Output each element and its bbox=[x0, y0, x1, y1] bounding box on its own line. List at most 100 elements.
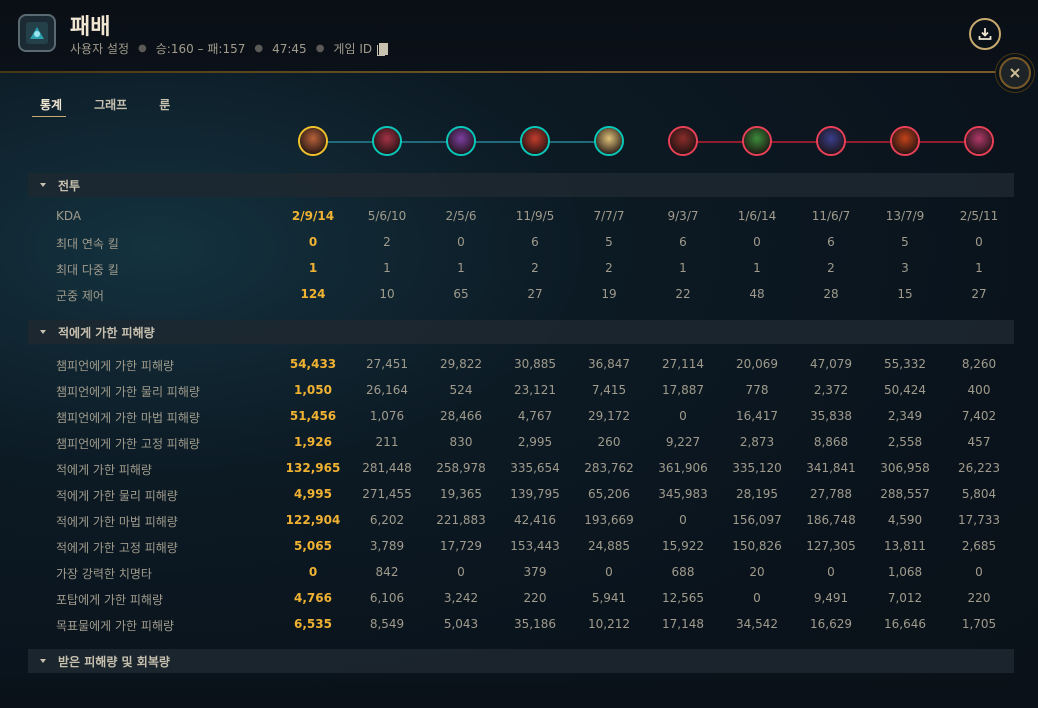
stat-value: 26,223 bbox=[958, 461, 1000, 475]
stat-value: 29,822 bbox=[440, 357, 482, 371]
stat-row: 가장 강력한 치명타 0 842 0 379 0 688 20 0 1,068 0 bbox=[28, 559, 1014, 585]
champion-portrait[interactable] bbox=[446, 126, 476, 156]
stat-value: 341,841 bbox=[806, 461, 856, 475]
section-header[interactable]: 적에게 가한 피해량 bbox=[28, 320, 1014, 344]
separator-dot: ● bbox=[138, 43, 147, 54]
game-mode-label: 사용자 설정 bbox=[70, 42, 130, 56]
stat-row: 최대 다중 킬 1 1 1 2 2 1 1 2 3 1 bbox=[28, 255, 1014, 281]
stat-value: 8,549 bbox=[369, 617, 405, 631]
stat-value: 6 bbox=[531, 235, 539, 249]
stat-value: 132,965 bbox=[285, 461, 341, 475]
stat-value: 20,069 bbox=[736, 357, 778, 371]
stat-value: 28 bbox=[823, 287, 839, 301]
stat-value: 1 bbox=[753, 261, 761, 275]
stat-value: 2 bbox=[827, 261, 835, 275]
stat-value: 379 bbox=[523, 565, 547, 579]
section-header[interactable]: 전투 bbox=[28, 173, 1014, 197]
stat-row: 군중 제어 124 10 65 27 19 22 48 28 15 27 bbox=[28, 281, 1014, 307]
tab-runes[interactable]: 룬 bbox=[151, 96, 170, 117]
champion-image bbox=[522, 128, 548, 154]
stat-row: 챔피언에게 가한 피해량 54,433 27,451 29,822 30,885 36,8… bbox=[28, 351, 1014, 377]
collapse-caret-icon bbox=[40, 183, 46, 187]
champion-portrait[interactable] bbox=[742, 126, 772, 156]
stat-value: 11/9/5 bbox=[515, 209, 555, 223]
stat-value: 2 bbox=[605, 261, 613, 275]
stat-value: 8,868 bbox=[813, 435, 849, 449]
stat-value: 4,766 bbox=[294, 591, 332, 605]
stat-label: 최대 연속 킬 bbox=[56, 237, 119, 251]
stat-row: 챔피언에게 가한 물리 피해량 1,050 26,164 524 23,121 7,415… bbox=[28, 377, 1014, 403]
section-title: 받은 피해량 및 회복량 bbox=[58, 654, 170, 669]
champion-portrait[interactable] bbox=[964, 126, 994, 156]
stat-value: 10 bbox=[379, 287, 395, 301]
stat-value: 6,106 bbox=[369, 591, 405, 605]
header-divider bbox=[0, 71, 1000, 73]
stat-value: 5,043 bbox=[443, 617, 479, 631]
champion-image bbox=[744, 128, 770, 154]
stat-value: 4,995 bbox=[294, 487, 332, 501]
stat-value: 281,448 bbox=[362, 461, 412, 475]
stat-value: 16,417 bbox=[736, 409, 778, 423]
stat-value: 221,883 bbox=[436, 513, 486, 527]
stat-row: 적에게 가한 고정 피해량 5,065 3,789 17,729 153,443 24,8… bbox=[28, 533, 1014, 559]
stat-label: 가장 강력한 치명타 bbox=[56, 567, 152, 581]
stat-value: 220 bbox=[967, 591, 991, 605]
stat-value: 4,590 bbox=[887, 513, 923, 527]
stat-value: 0 bbox=[457, 565, 465, 579]
stat-label: 적에게 가한 고정 피해량 bbox=[56, 541, 178, 555]
stat-value: 1 bbox=[975, 261, 983, 275]
game-id-label: 게임 ID bbox=[333, 42, 373, 56]
stat-value: 55,332 bbox=[884, 357, 926, 371]
stat-value: 271,455 bbox=[362, 487, 412, 501]
copy-icon[interactable] bbox=[377, 42, 389, 56]
stat-value: 42,416 bbox=[514, 513, 556, 527]
champion-portrait[interactable] bbox=[816, 126, 846, 156]
stat-value: 28,195 bbox=[736, 487, 778, 501]
stat-value: 27 bbox=[971, 287, 987, 301]
champion-portrait[interactable] bbox=[372, 126, 402, 156]
stat-value: 30,885 bbox=[514, 357, 556, 371]
stat-value: 153,443 bbox=[510, 539, 560, 553]
stat-value: 9/3/7 bbox=[667, 209, 699, 223]
stat-value: 193,669 bbox=[584, 513, 634, 527]
stat-value: 778 bbox=[745, 383, 769, 397]
stat-value: 2,995 bbox=[517, 435, 553, 449]
close-button[interactable] bbox=[999, 57, 1031, 89]
champion-portrait[interactable] bbox=[594, 126, 624, 156]
tab-stats[interactable]: 통계 bbox=[32, 96, 67, 117]
stat-value: 17,729 bbox=[440, 539, 482, 553]
stat-value: 335,120 bbox=[732, 461, 782, 475]
stat-label: 적에게 가한 마법 피해량 bbox=[56, 515, 178, 529]
stat-value: 0 bbox=[827, 565, 835, 579]
section-title: 전투 bbox=[58, 178, 81, 193]
champion-portrait[interactable] bbox=[668, 126, 698, 156]
stat-value: 211 bbox=[375, 435, 399, 449]
stat-value: 186,748 bbox=[806, 513, 856, 527]
champion-portrait[interactable] bbox=[298, 126, 328, 156]
stat-value: 288,557 bbox=[880, 487, 930, 501]
champion-portrait[interactable] bbox=[890, 126, 920, 156]
stat-value: 6,535 bbox=[294, 617, 332, 631]
stat-value: 22 bbox=[675, 287, 691, 301]
stat-label: 군중 제어 bbox=[56, 289, 104, 303]
stat-value: 13,811 bbox=[884, 539, 926, 553]
stat-value: 24,885 bbox=[588, 539, 630, 553]
stat-value: 28,466 bbox=[440, 409, 482, 423]
stat-value: 27,788 bbox=[810, 487, 852, 501]
stat-value: 2,873 bbox=[739, 435, 775, 449]
stat-value: 0 bbox=[457, 235, 465, 249]
section-header[interactable]: 받은 피해량 및 회복량 bbox=[28, 649, 1014, 673]
stat-value: 20 bbox=[749, 565, 765, 579]
stat-value: 400 bbox=[967, 383, 991, 397]
stat-label: 챔피언에게 가한 물리 피해량 bbox=[56, 385, 200, 399]
stat-value: 457 bbox=[967, 435, 991, 449]
stat-value: 361,906 bbox=[658, 461, 708, 475]
separator-dot: ● bbox=[254, 43, 264, 54]
tab-graph[interactable]: 그래프 bbox=[86, 96, 127, 117]
stat-row: 챔피언에게 가한 고정 피해량 1,926 211 830 2,995 260 9,227 2… bbox=[28, 429, 1014, 455]
champion-portrait[interactable] bbox=[520, 126, 550, 156]
stat-value: 7,012 bbox=[887, 591, 923, 605]
stat-row: 챔피언에게 가한 마법 피해량 51,456 1,076 28,466 4,767 29,… bbox=[28, 403, 1014, 429]
champion-image bbox=[966, 128, 992, 154]
download-button[interactable] bbox=[969, 18, 1001, 50]
